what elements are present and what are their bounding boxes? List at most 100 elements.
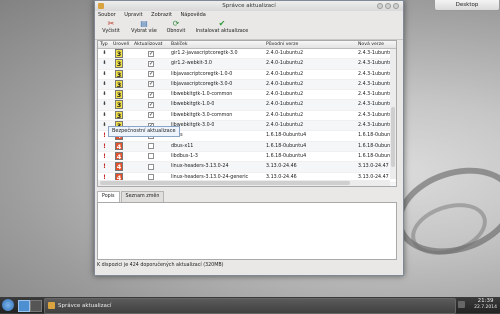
updates-table: Typ Úroveň Aktualizovat Balíček Původní … bbox=[97, 40, 397, 187]
new-version-cell: 3.13.0-24.47 bbox=[358, 164, 389, 170]
old-version-cell: 2.4.0-1ubuntu2 bbox=[266, 51, 304, 56]
refresh-button[interactable]: ⟳ Obnovit bbox=[163, 19, 189, 34]
vertical-scrollbar[interactable] bbox=[390, 49, 396, 179]
column-header-level[interactable]: Úroveň bbox=[113, 41, 129, 48]
package-name-cell: libdbus-1-3 bbox=[171, 153, 198, 159]
update-checkbox[interactable] bbox=[148, 143, 154, 150]
update-manager-window: Správce aktualizací Soubor Upravit Zobra… bbox=[94, 0, 404, 276]
download-icon: ⬇ bbox=[102, 80, 107, 87]
level-badge: 3 bbox=[115, 69, 123, 79]
install-updates-button[interactable]: ✔ Instalovat aktualizace bbox=[193, 19, 251, 34]
level-badge: 4 bbox=[115, 141, 123, 151]
column-header-new-version[interactable]: Nová verze bbox=[358, 41, 384, 48]
package-name-cell: libwebkitgtk-1.0-0 bbox=[171, 102, 215, 108]
app-launcher-icon[interactable] bbox=[2, 299, 14, 311]
update-checkbox[interactable]: ✓ bbox=[148, 91, 154, 98]
tab-changelog[interactable]: Seznam změn bbox=[120, 191, 165, 202]
package-name-cell: gir1.2-webkit-3.0 bbox=[171, 61, 212, 67]
task-label: Správce aktualizací bbox=[58, 303, 112, 309]
table-row[interactable]: ⬇ 3 ✓ libjavascriptcoregtk-1.0-0 2.4.0-1ubun… bbox=[98, 69, 396, 80]
minimize-button[interactable] bbox=[377, 3, 383, 9]
level-badge: 3 bbox=[115, 49, 123, 58]
column-header-type[interactable]: Typ bbox=[100, 41, 108, 48]
checkmark-icon: ✔ bbox=[218, 19, 226, 28]
table-row[interactable]: ⬇ 3 ✓ libwebkitgtk-1.0-0 2.4.0-1ubuntu2 2.4.3… bbox=[98, 100, 396, 111]
window-titlebar[interactable]: Správce aktualizací bbox=[95, 1, 403, 11]
old-version-cell: 2.4.0-1ubuntu2 bbox=[266, 102, 304, 108]
table-row[interactable]: ⬇ 3 ✓ gir1.2-webkit-3.0 2.4.0-1ubuntu2 2.4.3-… bbox=[98, 59, 396, 70]
close-button[interactable] bbox=[393, 3, 399, 9]
description-panel bbox=[97, 202, 397, 260]
update-checkbox[interactable] bbox=[148, 153, 154, 160]
level-badge: 4 bbox=[115, 162, 123, 172]
scrollbar-thumb[interactable] bbox=[100, 181, 350, 185]
security-alert-icon: ! bbox=[103, 142, 106, 150]
download-icon: ⬇ bbox=[102, 111, 107, 118]
clock[interactable]: 21:39 22.7.2014 bbox=[474, 298, 497, 311]
download-icon: ⬇ bbox=[102, 91, 107, 98]
table-body: ⬇ 3 ✓ gir1.2-javascriptcoregtk-3.0 2.4.0-1ub… bbox=[98, 49, 396, 186]
package-name-cell: linux-headers-3.13.0-24 bbox=[171, 164, 229, 170]
table-row[interactable]: ⬇ 3 ✓ libwebkitgtk-1.0-common 2.4.0-1ubuntu2… bbox=[98, 90, 396, 101]
level-badge: 3 bbox=[115, 100, 123, 110]
menubar: Soubor Upravit Zobrazit Nápověda bbox=[95, 11, 403, 19]
desktop-button[interactable]: Desktop bbox=[434, 0, 500, 11]
toolbar: ✂ Vyčistit ▤ Vybrat vše ⟳ Obnovit ✔ Inst… bbox=[95, 19, 403, 40]
app-icon bbox=[48, 302, 55, 309]
column-header-update[interactable]: Aktualizovat bbox=[134, 41, 162, 48]
broom-icon: ✂ bbox=[107, 19, 115, 28]
table-header: Typ Úroveň Aktualizovat Balíček Původní … bbox=[98, 41, 396, 49]
level-badge: 3 bbox=[115, 59, 123, 69]
table-row[interactable]: ! 4 linux-headers-3.13.0-24 3.13.0-24.46 3.1… bbox=[98, 162, 396, 173]
menu-napoveda[interactable]: Nápověda bbox=[181, 12, 206, 18]
tab-description[interactable]: Popis bbox=[97, 191, 120, 202]
taskbar: Správce aktualizací 21:39 22.7.2014 bbox=[0, 297, 500, 314]
package-name-cell: libjavascriptcoregtk-3.0-0 bbox=[171, 81, 233, 87]
table-row[interactable]: ! 4 libdbus-1-3 1.6.18-0ubuntu4 1.6.18-0ubun… bbox=[98, 151, 396, 163]
old-version-cell: 2.4.0-1ubuntu2 bbox=[266, 61, 304, 67]
old-version-cell: 2.4.0-1ubuntu2 bbox=[266, 71, 304, 77]
package-name-cell: libjavascriptcoregtk-1.0-0 bbox=[171, 71, 233, 77]
table-row[interactable]: ⬇ 3 ✓ gir1.2-javascriptcoregtk-3.0 2.4.0-1ub… bbox=[98, 49, 396, 60]
update-checkbox[interactable]: ✓ bbox=[148, 101, 154, 108]
update-checkbox[interactable] bbox=[148, 163, 154, 170]
scrollbar-thumb[interactable] bbox=[391, 107, 395, 167]
old-version-cell: 2.4.0-1ubuntu2 bbox=[266, 81, 304, 87]
package-name-cell: libwebkitgtk-3.0-common bbox=[171, 112, 233, 118]
tray-icon[interactable] bbox=[458, 301, 465, 308]
download-icon: ⬇ bbox=[102, 70, 107, 77]
old-version-cell: 1.6.18-0ubuntu4 bbox=[266, 143, 307, 149]
table-row[interactable]: ⬇ 3 ✓ libwebkitgtk-3.0-common 2.4.0-1ubuntu2… bbox=[98, 110, 396, 122]
menu-soubor[interactable]: Soubor bbox=[98, 12, 116, 18]
column-header-package[interactable]: Balíček bbox=[171, 41, 188, 48]
old-version-cell: 2.4.0-1ubuntu2 bbox=[266, 123, 304, 129]
clock-date: 22.7.2014 bbox=[474, 304, 497, 310]
select-all-button[interactable]: ▤ Vybrat vše bbox=[127, 19, 161, 34]
level-badge: 3 bbox=[115, 90, 123, 100]
update-checkbox[interactable]: ✓ bbox=[148, 81, 154, 88]
old-version-cell: 1.6.18-0ubuntu4 bbox=[266, 153, 307, 159]
clean-button[interactable]: ✂ Vyčistit bbox=[97, 19, 125, 34]
menu-upravit[interactable]: Upravit bbox=[124, 12, 142, 18]
update-checkbox[interactable]: ✓ bbox=[148, 112, 154, 119]
desktop-pager-2[interactable] bbox=[30, 300, 42, 312]
table-row[interactable]: ! 4 dbus-x11 1.6.18-0ubuntu4 1.6.18-0ubuntu4 bbox=[98, 141, 396, 152]
update-checkbox[interactable]: ✓ bbox=[148, 60, 154, 67]
taskbar-task-update-manager[interactable]: Správce aktualizací bbox=[44, 298, 456, 314]
table-row[interactable]: ⬇ 3 ✓ libjavascriptcoregtk-3.0-0 2.4.0-1ubun… bbox=[98, 79, 396, 91]
tooltip: Bezpečnostní aktualizace bbox=[108, 126, 180, 137]
desktop-pager-1[interactable] bbox=[18, 300, 30, 312]
horizontal-scrollbar[interactable] bbox=[98, 180, 390, 186]
download-icon: ⬇ bbox=[102, 101, 107, 108]
maximize-button[interactable] bbox=[385, 3, 391, 9]
download-icon: ⬇ bbox=[102, 60, 107, 67]
menu-zobrazit[interactable]: Zobrazit bbox=[151, 12, 172, 18]
column-header-old-version[interactable]: Původní verze bbox=[266, 41, 298, 48]
select-all-icon: ▤ bbox=[140, 19, 148, 28]
security-alert-icon: ! bbox=[103, 152, 106, 160]
update-checkbox[interactable]: ✓ bbox=[148, 71, 154, 78]
security-alert-icon: ! bbox=[103, 163, 106, 171]
level-badge: 3 bbox=[115, 110, 123, 120]
old-version-cell: 2.4.0-1ubuntu2 bbox=[266, 112, 304, 118]
update-checkbox[interactable]: ✓ bbox=[148, 50, 154, 57]
